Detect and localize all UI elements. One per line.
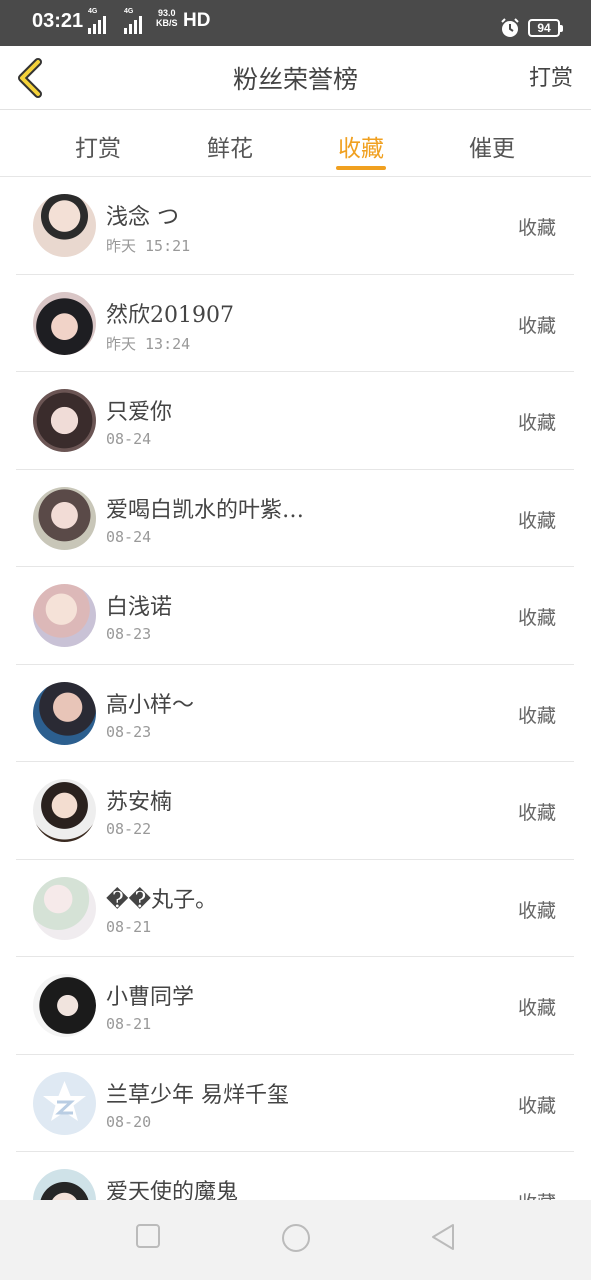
fan-date: 08-23 <box>106 722 152 741</box>
fan-list: 浅念 つ 昨天 15:21 收藏 然欣201907 昨天 13:24 收藏 只爱… <box>0 177 591 1200</box>
status-bar: 03:21 4G 4G 93.0 KB/S HD 94 <box>0 0 591 46</box>
fan-action: 收藏 <box>517 314 556 337</box>
fan-action: 收藏 <box>517 1094 556 1117</box>
page-title: 粉丝荣誉榜 <box>232 65 358 94</box>
fan-date: 08-24 <box>106 430 152 448</box>
net-type-label-1: 4G <box>88 8 98 15</box>
fan-name: 兰草少年 易烊千玺 <box>106 1082 289 1108</box>
fan-date: 08-21 <box>106 917 152 936</box>
fan-name: ��丸子。 <box>106 887 218 913</box>
fan-action: 收藏 <box>517 509 556 532</box>
hd-indicator: HD <box>183 10 211 31</box>
fan-action: 收藏 <box>518 1188 556 1200</box>
list-item[interactable]: 苏安楠 08-22 收藏 <box>16 762 574 860</box>
tab-flowers[interactable]: 鲜花 <box>190 129 270 163</box>
list-item[interactable]: 爱喝白凯水的叶紫… 08-24 收藏 <box>16 470 574 567</box>
avatar <box>33 779 96 842</box>
avatar <box>33 291 96 355</box>
battery-level: 94 <box>537 21 551 35</box>
list-item[interactable]: 爱天使的魔鬼 收藏 <box>16 1152 574 1200</box>
fan-date: 08-21 <box>106 1015 152 1033</box>
net-speed-unit: KB/S <box>156 18 178 28</box>
square-icon[interactable] <box>134 1222 162 1250</box>
list-item[interactable]: 高小样～ 08-23 收藏 <box>16 665 574 762</box>
fan-name: 爱天使的魔鬼 <box>106 1180 239 1200</box>
circle-icon[interactable] <box>280 1222 312 1254</box>
fan-action: 收藏 <box>517 412 556 434</box>
fan-name: 只爱你 <box>106 400 173 425</box>
list-item[interactable]: 浅念 つ 昨天 15:21 收藏 <box>16 177 574 275</box>
tab-favorites[interactable]: 收藏 <box>321 129 401 163</box>
signal-icon-2: 4G <box>124 8 142 34</box>
fan-date: 08-23 <box>106 625 152 643</box>
avatar <box>33 584 96 647</box>
fan-action: 收藏 <box>517 607 556 629</box>
fan-date: 昨天 13:24 <box>106 334 191 353</box>
fan-name: 高小样～ <box>106 692 195 718</box>
fan-date: 08-22 <box>106 820 152 838</box>
fan-date: 08-20 <box>106 1112 152 1131</box>
default-avatar-star-icon <box>43 1080 86 1121</box>
avatar <box>33 389 96 452</box>
list-item[interactable]: 白浅诺 08-23 收藏 <box>16 567 574 665</box>
avatar <box>33 1169 96 1200</box>
fan-action: 收藏 <box>517 802 556 824</box>
header: 粉丝荣誉榜 打赏 <box>0 46 591 110</box>
list-item[interactable]: ��丸子。 08-21 收藏 <box>16 860 574 957</box>
list-item[interactable]: 只爱你 08-24 收藏 <box>16 372 574 470</box>
avatar <box>33 974 96 1037</box>
fan-name: 小曹同学 <box>106 985 195 1010</box>
tab-urge-update[interactable]: 催更 <box>452 129 532 163</box>
tab-active-indicator <box>336 166 386 170</box>
alarm-icon <box>501 18 519 37</box>
status-time: 03:21 <box>32 10 84 32</box>
net-speed: 93.0 KB/S <box>156 8 178 28</box>
avatar <box>33 876 96 940</box>
avatar <box>33 194 96 257</box>
fan-action: 收藏 <box>517 899 556 922</box>
list-item[interactable]: 然欣201907 昨天 13:24 收藏 <box>16 275 574 372</box>
system-nav-bar <box>0 1200 591 1280</box>
list-item[interactable]: 兰草少年 易烊千玺 08-20 收藏 <box>16 1055 574 1152</box>
fan-name: 然欣201907 <box>106 302 234 328</box>
fan-action: 收藏 <box>517 997 556 1019</box>
net-speed-value: 93.0 <box>157 8 176 18</box>
net-type-label-2: 4G <box>124 8 134 15</box>
list-item[interactable]: 小曹同学 08-21 收藏 <box>16 957 574 1055</box>
fan-date: 昨天 15:21 <box>106 237 191 255</box>
fan-name: 苏安楠 <box>106 790 173 815</box>
avatar <box>33 681 96 745</box>
battery-icon: 94 <box>528 19 563 37</box>
fan-name: 浅念 つ <box>106 205 179 230</box>
fan-name: 爱喝白凯水的叶紫… <box>106 497 305 523</box>
fan-name: 白浅诺 <box>106 595 173 620</box>
fan-action: 收藏 <box>517 217 556 239</box>
signal-icon-1: 4G <box>88 8 106 34</box>
avatar <box>33 486 96 550</box>
fan-date: 08-24 <box>106 527 152 546</box>
fan-action: 收藏 <box>517 704 556 727</box>
tab-bar: 打赏 鲜花 收藏 催更 <box>0 111 591 177</box>
tab-reward[interactable]: 打赏 <box>58 129 138 163</box>
reward-button[interactable]: 打赏 <box>529 60 573 92</box>
triangle-back-icon[interactable] <box>428 1222 458 1252</box>
avatar <box>33 1071 96 1135</box>
